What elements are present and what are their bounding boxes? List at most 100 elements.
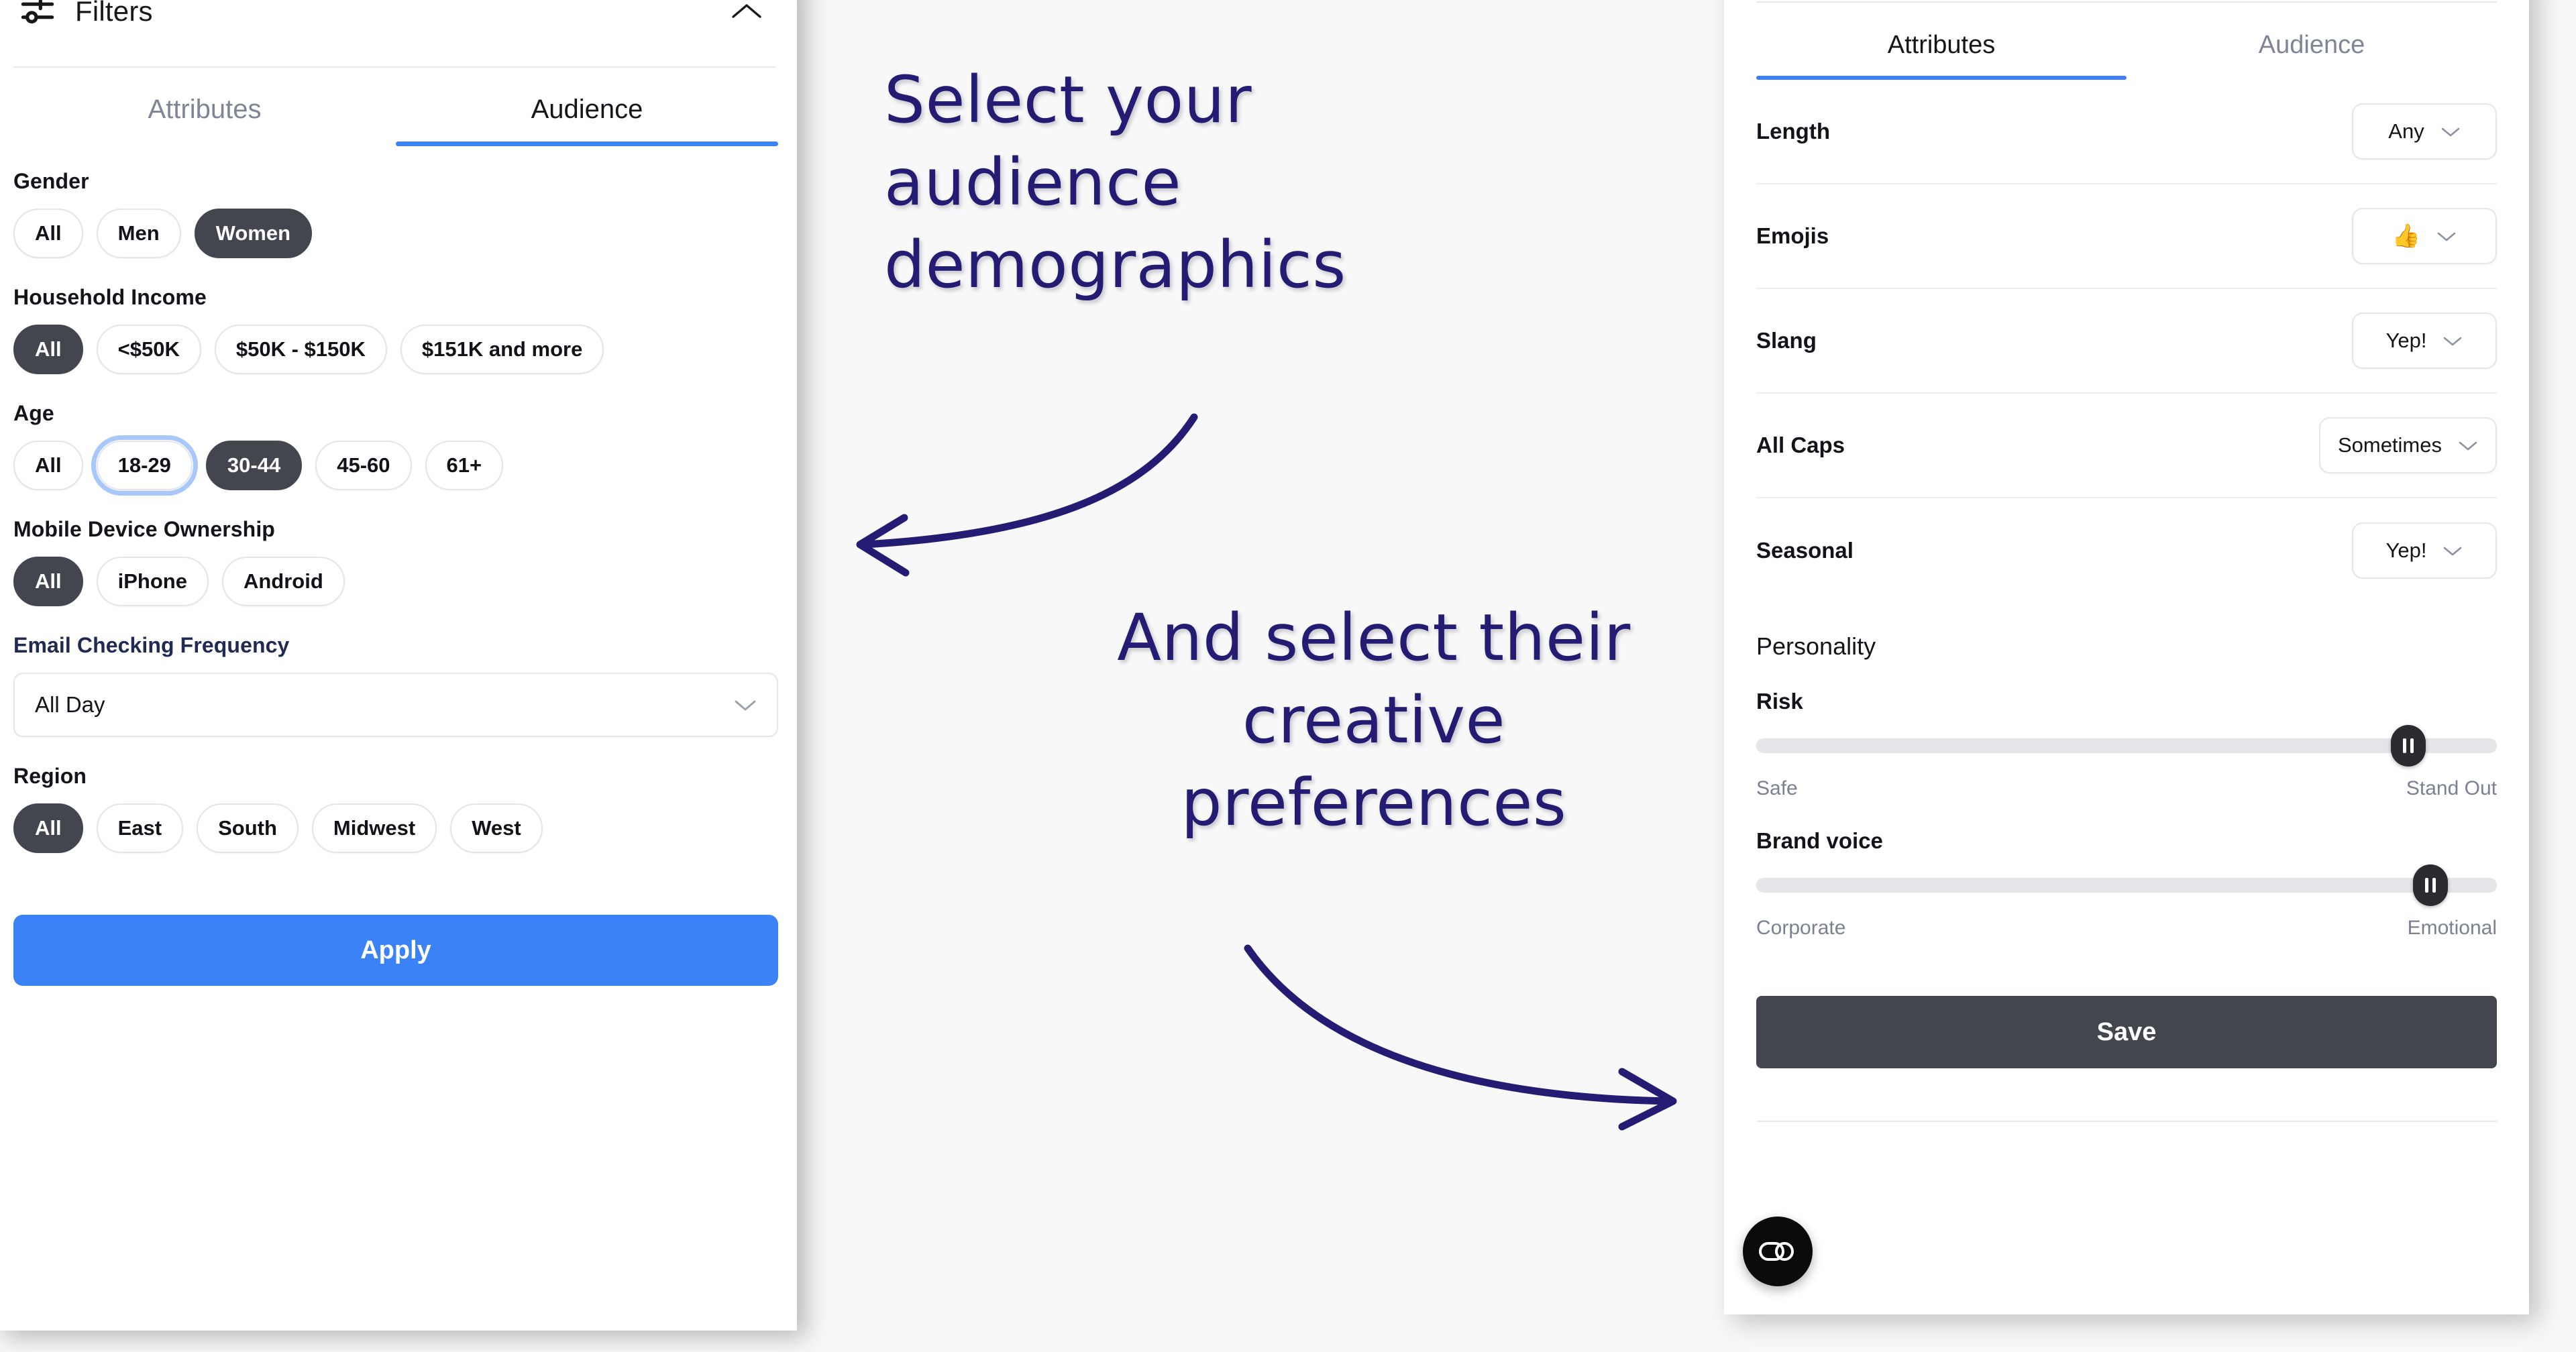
attribute-select-all-caps[interactable]: Sometimes (2318, 417, 2497, 473)
pill-region-midwest[interactable]: Midwest (311, 803, 437, 853)
slider-track-risk[interactable] (1756, 725, 2497, 767)
attribute-label-emojis: Emojis (1756, 223, 1829, 248)
filters-body: Gender All Men Women Household Income Al… (0, 169, 797, 853)
chevron-up-icon[interactable] (729, 0, 765, 30)
filter-group-email-frequency: Email Checking Frequency All Day (13, 633, 778, 737)
pill-age-30-44[interactable]: 30-44 (205, 441, 303, 490)
attribute-select-emojis[interactable]: 👍 (2352, 208, 2497, 264)
apply-button-container: Apply (0, 915, 797, 986)
slider-thumb-risk[interactable] (2390, 725, 2426, 767)
pill-gender-men[interactable]: Men (96, 209, 181, 258)
pill-age-18-29[interactable]: 18-29 (91, 435, 198, 496)
slider-max-label-risk: Stand Out (2406, 777, 2497, 799)
pill-row-mobile-device: All iPhone Android (13, 557, 778, 606)
attribute-label-length: Length (1756, 119, 1830, 144)
pill-age-61-plus[interactable]: 61+ (425, 441, 504, 490)
chevron-down-icon (734, 692, 757, 718)
save-button[interactable]: Save (1756, 996, 2497, 1068)
attributes-panel-inner: Attributes Audience Length Any Emojis 👍 (1724, 1, 2529, 940)
group-label-gender: Gender (13, 169, 89, 193)
attribute-value-length: Any (2388, 119, 2424, 143)
pill-region-east[interactable]: East (96, 803, 184, 853)
pill-device-all[interactable]: All (13, 557, 83, 606)
pill-age-45-60[interactable]: 45-60 (315, 441, 412, 490)
tab-attributes[interactable]: Attributes (1756, 3, 2127, 80)
filters-panel: Filters Attributes Audience Gender All M… (0, 0, 797, 1331)
group-label-mobile-device-ownership: Mobile Device Ownership (13, 517, 275, 541)
pill-row-household-income: All <$50K $50K - $150K $151K and more (13, 325, 778, 374)
pill-income-under50k[interactable]: <$50K (96, 325, 201, 374)
thumbs-up-icon: 👍 (2392, 223, 2421, 249)
attribute-row-slang: Slang Yep! (1756, 289, 2497, 394)
pill-device-android[interactable]: Android (221, 557, 345, 606)
attribute-select-seasonal[interactable]: Yep! (2352, 522, 2497, 579)
pill-row-region: All East South Midwest West (13, 803, 778, 853)
group-label-email-frequency: Email Checking Frequency (13, 633, 290, 657)
attribute-row-seasonal: Seasonal Yep! (1756, 498, 2497, 603)
attribute-value-all-caps: Sometimes (2337, 433, 2442, 457)
pill-region-south[interactable]: South (197, 803, 299, 853)
pill-region-west[interactable]: West (450, 803, 543, 853)
slider-max-label-brand-voice: Emotional (2407, 917, 2497, 939)
pill-age-all[interactable]: All (13, 441, 83, 490)
slider-track-brand-voice[interactable] (1756, 864, 2497, 906)
filter-group-region: Region All East South Midwest West (13, 764, 778, 853)
group-label-household-income: Household Income (13, 285, 207, 309)
slider-ends-brand-voice: Corporate Emotional (1756, 917, 2497, 940)
filter-group-age: Age All 18-29 30-44 45-60 61+ (13, 401, 778, 496)
slider-ends-risk: Safe Stand Out (1756, 777, 2497, 800)
slider-block-risk: Risk Safe Stand Out (1756, 661, 2497, 800)
email-frequency-value: All Day (35, 692, 105, 717)
filters-title: Filters (75, 0, 153, 27)
attribute-select-slang[interactable]: Yep! (2352, 313, 2497, 369)
pill-income-151k-plus[interactable]: $151K and more (400, 325, 604, 374)
attribute-label-seasonal: Seasonal (1756, 538, 1854, 563)
filter-group-household-income: Household Income All <$50K $50K - $150K … (13, 285, 778, 374)
tab-audience[interactable]: Audience (2127, 3, 2497, 80)
chevron-down-icon (2440, 119, 2461, 144)
chevron-down-icon (2458, 433, 2478, 457)
tab-attributes[interactable]: Attributes (13, 68, 396, 146)
filters-header: Filters (0, 0, 797, 48)
tab-audience[interactable]: Audience (396, 68, 778, 146)
attributes-tabs: Attributes Audience (1756, 3, 2497, 80)
pill-row-age: All 18-29 30-44 45-60 61+ (13, 435, 778, 496)
pill-gender-women[interactable]: Women (194, 209, 313, 258)
pill-income-all[interactable]: All (13, 325, 83, 374)
slider-min-label-risk: Safe (1756, 777, 1798, 799)
save-button-container: Save (1724, 996, 2529, 1068)
pill-gender-all[interactable]: All (13, 209, 83, 258)
attribute-row-emojis: Emojis 👍 (1756, 184, 2497, 289)
group-label-region: Region (13, 764, 87, 788)
slider-label-risk: Risk (1756, 689, 1803, 714)
attributes-panel: Attributes Audience Length Any Emojis 👍 (1724, 0, 2529, 1314)
chevron-down-icon (2443, 329, 2463, 353)
accessibility-toggle-icon[interactable] (1743, 1217, 1813, 1286)
attribute-select-length[interactable]: Any (2352, 103, 2497, 160)
chevron-down-icon (2443, 539, 2463, 563)
attribute-value-slang: Yep! (2385, 329, 2427, 352)
filters-tabs: Attributes Audience (13, 68, 778, 146)
slider-label-brand-voice: Brand voice (1756, 828, 1883, 853)
attribute-row-length: Length Any (1756, 80, 2497, 184)
filter-group-mobile-device-ownership: Mobile Device Ownership All iPhone Andro… (13, 517, 778, 606)
apply-button[interactable]: Apply (13, 915, 778, 986)
attributes-bottom-divider (1756, 1121, 2497, 1122)
attribute-label-slang: Slang (1756, 328, 1817, 353)
pill-device-iphone[interactable]: iPhone (96, 557, 209, 606)
pill-income-50k-150k[interactable]: $50K - $150K (214, 325, 387, 374)
filter-group-gender: Gender All Men Women (13, 169, 778, 258)
attribute-row-all-caps: All Caps Sometimes (1756, 394, 2497, 498)
pill-row-gender: All Men Women (13, 209, 778, 258)
group-label-age: Age (13, 401, 54, 425)
personality-section-title: Personality (1756, 632, 1876, 660)
pill-region-all[interactable]: All (13, 803, 83, 853)
slider-thumb-brand-voice[interactable] (2412, 864, 2448, 906)
slider-block-brand-voice: Brand voice Corporate Emotional (1756, 800, 2497, 940)
sliders-icon (20, 0, 55, 27)
chevron-down-icon (2436, 224, 2457, 248)
attribute-value-seasonal: Yep! (2385, 539, 2427, 562)
slider-min-label-brand-voice: Corporate (1756, 917, 1846, 939)
attribute-label-all-caps: All Caps (1756, 433, 1845, 457)
email-frequency-select[interactable]: All Day (13, 673, 778, 737)
